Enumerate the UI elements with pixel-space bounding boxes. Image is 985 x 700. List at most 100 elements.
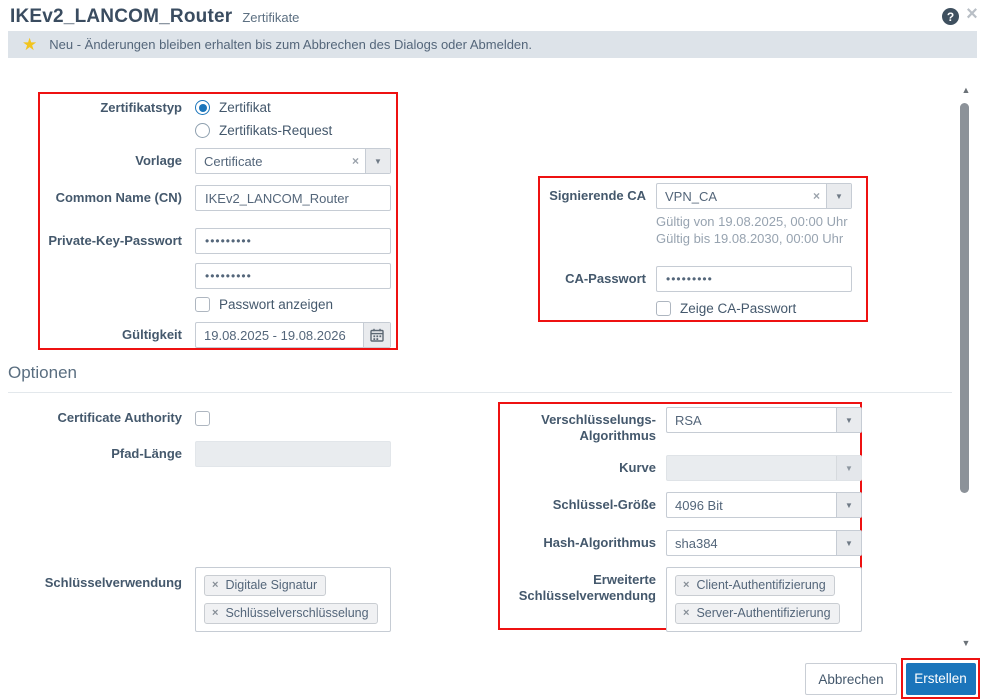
tag-label: Digitale Signatur: [225, 578, 318, 592]
row-hash-algorithmus: Hash-Algorithmus sha384 ▼: [508, 530, 862, 556]
ca-validity-info: Gültig von 19.08.2025, 00:00 Uhr Gültig …: [656, 213, 848, 247]
create-button-highlight: Erstellen: [901, 658, 980, 699]
row-private-key-passwort: Private-Key-Passwort •••••••••: [30, 228, 391, 254]
radio-zertifikats-request[interactable]: Zertifikats-Request: [195, 123, 332, 138]
private-key-passwort-input[interactable]: •••••••••: [195, 228, 391, 254]
optionen-section-title: Optionen: [8, 363, 77, 382]
star-icon: ★: [22, 34, 38, 54]
zeige-ca-passwort-label: Zeige CA-Passwort: [680, 301, 797, 316]
ca-valid-until: Gültig bis 19.08.2030, 00:00 Uhr: [656, 231, 844, 246]
passwort-anzeigen-checkbox-row[interactable]: Passwort anzeigen: [195, 297, 333, 312]
tag-remove-icon[interactable]: ×: [212, 607, 218, 619]
row-signierende-ca: Signierende CA VPN_CA × ▼: [498, 183, 852, 209]
hash-algorithmus-chevron-down-icon[interactable]: ▼: [836, 531, 861, 555]
tag-client-authentifizierung: × Client-Authentifizierung: [675, 575, 835, 596]
row-common-name: Common Name (CN) IKEv2_LANCOM_Router: [30, 185, 391, 211]
tag-label: Client-Authentifizierung: [696, 578, 826, 592]
ca-valid-from: Gültig von 19.08.2025, 00:00 Uhr: [656, 214, 848, 229]
radio-zertifikats-request-label: Zertifikats-Request: [219, 123, 333, 138]
common-name-input[interactable]: IKEv2_LANCOM_Router: [195, 185, 391, 211]
pfad-laenge-input: [195, 441, 391, 467]
hash-algorithmus-label: Hash-Algorithmus: [543, 535, 656, 550]
row-vorlage: Vorlage Certificate × ▼: [30, 148, 391, 174]
row-ca-passwort: CA-Passwort •••••••••: [498, 266, 852, 292]
passwort-anzeigen-label: Passwort anzeigen: [219, 297, 334, 312]
row-private-key-passwort-confirm: •••••••••: [30, 263, 391, 289]
private-key-passwort-label: Private-Key-Passwort: [48, 233, 182, 248]
notice-bar: ★ Neu - Änderungen bleiben erhalten bis …: [8, 31, 977, 58]
verschluesselungs-algorithmus-chevron-down-icon[interactable]: ▼: [836, 408, 861, 432]
scroll-up-icon[interactable]: ▲: [960, 85, 972, 95]
scrollbar-thumb[interactable]: [960, 103, 969, 493]
tag-schluesselverschluesselung: × Schlüsselverschlüsselung: [204, 603, 378, 624]
verschluesselungs-algorithmus-select[interactable]: RSA ▼: [666, 407, 862, 433]
tag-label: Schlüsselverschlüsselung: [225, 606, 369, 620]
schluessel-groesse-value: 4096 Bit: [675, 497, 723, 513]
row-pfad-laenge: Pfad-Länge: [30, 441, 391, 467]
tag-label: Server-Authentifizierung: [696, 606, 831, 620]
common-name-label: Common Name (CN): [55, 190, 182, 205]
signierende-ca-select[interactable]: VPN_CA × ▼: [656, 183, 852, 209]
page-title: IKEv2_LANCOM_Router: [10, 6, 233, 27]
tag-remove-icon[interactable]: ×: [683, 579, 689, 591]
row-kurve: Kurve ▼: [508, 455, 862, 481]
hash-algorithmus-select[interactable]: sha384 ▼: [666, 530, 862, 556]
help-icon[interactable]: ?: [942, 8, 959, 25]
create-button[interactable]: Erstellen: [905, 662, 976, 695]
row-zertifikatstyp: Zertifikatstyp Zertifikat Zertifikats-Re…: [30, 100, 332, 138]
signierende-ca-chevron-down-icon[interactable]: ▼: [826, 184, 851, 208]
row-erweiterte-schluesselverwendung: Erweiterte Schlüsselverwendung × Client-…: [508, 567, 862, 632]
radio-zertifikat-control[interactable]: [195, 100, 210, 115]
row-verschluesselungs-algorithmus: Verschlüsselungs- Algorithmus RSA ▼: [508, 407, 862, 444]
passwort-anzeigen-checkbox[interactable]: [195, 297, 210, 312]
radio-zertifikats-request-control[interactable]: [195, 123, 210, 138]
tag-server-authentifizierung: × Server-Authentifizierung: [675, 603, 840, 624]
private-key-passwort-confirm-input[interactable]: •••••••••: [195, 263, 391, 289]
schluesselverwendung-label: Schlüsselverwendung: [44, 575, 182, 590]
close-icon[interactable]: ×: [962, 3, 982, 25]
tag-digitale-signatur: × Digitale Signatur: [204, 575, 327, 596]
schluessel-groesse-label: Schlüssel-Größe: [552, 497, 656, 512]
calendar-icon[interactable]: [363, 323, 390, 347]
section-divider: [8, 392, 952, 393]
kurve-chevron-down-icon: ▼: [836, 456, 861, 480]
row-passwort-anzeigen: Passwort anzeigen: [195, 297, 333, 312]
gueltigkeit-value: 19.08.2025 - 19.08.2026: [204, 327, 346, 343]
certificate-authority-label: Certificate Authority: [57, 410, 182, 425]
radio-zertifikat-label: Zertifikat: [219, 100, 271, 115]
row-certificate-authority: Certificate Authority: [30, 410, 210, 426]
vorlage-select[interactable]: Certificate × ▼: [195, 148, 391, 174]
tag-remove-icon[interactable]: ×: [683, 607, 689, 619]
vorlage-label: Vorlage: [135, 153, 182, 168]
certificate-authority-checkbox[interactable]: [195, 410, 210, 426]
dialog-header: IKEv2_LANCOM_Router Zertifikate: [10, 6, 299, 28]
signierende-ca-clear-icon[interactable]: ×: [807, 184, 826, 208]
schluessel-groesse-chevron-down-icon[interactable]: ▼: [836, 493, 861, 517]
kurve-value: [667, 456, 836, 480]
tag-remove-icon[interactable]: ×: [212, 579, 218, 591]
zertifikatstyp-label: Zertifikatstyp: [100, 100, 182, 115]
gueltigkeit-daterange[interactable]: 19.08.2025 - 19.08.2026: [195, 322, 391, 348]
radio-zertifikat[interactable]: Zertifikat: [195, 100, 332, 115]
verschluesselungs-algorithmus-label: Verschlüsselungs- Algorithmus: [541, 412, 656, 443]
pfad-laenge-label: Pfad-Länge: [111, 446, 182, 461]
row-gueltigkeit: Gültigkeit 19.08.2025 - 19.08.2026: [30, 322, 391, 348]
ca-passwort-input[interactable]: •••••••••: [656, 266, 852, 292]
schluesselverwendung-tagbox[interactable]: × Digitale Signatur × Schlüsselverschlüs…: [195, 567, 391, 632]
schluessel-groesse-select[interactable]: 4096 Bit ▼: [666, 492, 862, 518]
kurve-select: ▼: [666, 455, 862, 481]
row-schluessel-groesse: Schlüssel-Größe 4096 Bit ▼: [508, 492, 862, 518]
scroll-down-icon[interactable]: ▼: [960, 638, 972, 648]
signierende-ca-label: Signierende CA: [549, 188, 646, 203]
erweiterte-schluesselverwendung-tagbox[interactable]: × Client-Authentifizierung × Server-Auth…: [666, 567, 862, 632]
zeige-ca-passwort-checkbox-row[interactable]: Zeige CA-Passwort: [656, 301, 796, 316]
kurve-label: Kurve: [619, 460, 656, 475]
cancel-button[interactable]: Abbrechen: [805, 663, 897, 695]
vorlage-chevron-down-icon[interactable]: ▼: [365, 149, 390, 173]
row-schluesselverwendung: Schlüsselverwendung × Digitale Signatur …: [30, 567, 391, 632]
zeige-ca-passwort-checkbox[interactable]: [656, 301, 671, 316]
ca-passwort-label: CA-Passwort: [565, 271, 646, 286]
gueltigkeit-label: Gültigkeit: [122, 327, 182, 342]
vorlage-clear-icon[interactable]: ×: [346, 149, 365, 173]
scrollbar: ▲ ▼: [956, 85, 976, 648]
